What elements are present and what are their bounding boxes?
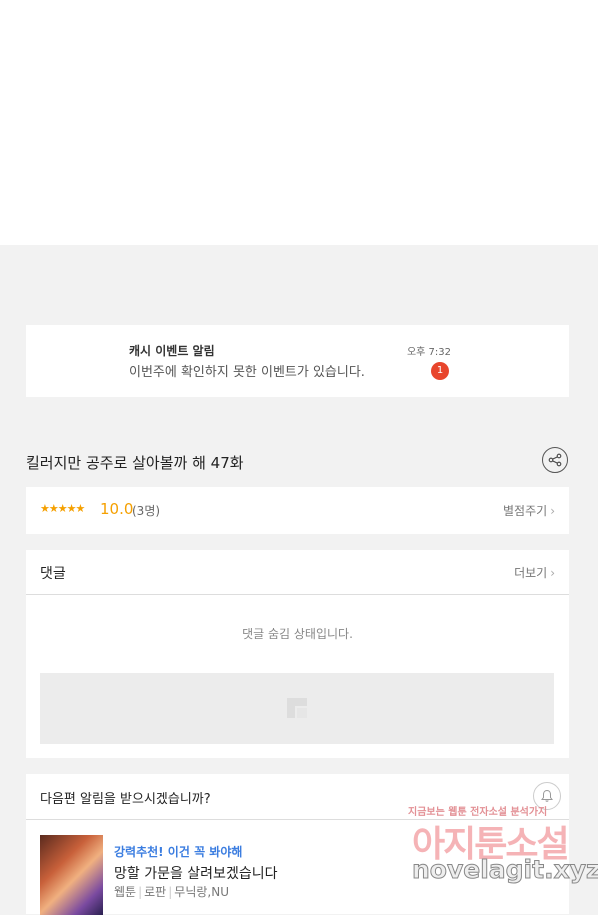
next-episode-section: 다음편 알림을 받으시겠습니까? 강력추천! 이건 꼭 봐야해 망할 가문을 살… [26, 774, 569, 915]
rate-button-label: 별점주기 [503, 504, 548, 518]
next-episode-header: 다음편 알림을 받으시겠습니까? [26, 774, 569, 820]
tag-separator: | [168, 885, 173, 899]
notify-toggle-button[interactable] [533, 782, 561, 810]
rating-card: ★★★★★ 10.0 (3명) 별점주기 › [26, 487, 569, 534]
episode-title: 킬러지만 공주로 살아볼까 해 47화 [26, 454, 244, 472]
comments-more-button[interactable]: 더보기 › [514, 564, 555, 581]
star-rating: ★★★★★ [40, 502, 85, 515]
ad-placeholder [40, 673, 554, 744]
notification-title: 캐시 이벤트 알림 [129, 344, 215, 358]
rating-score: 10.0 [100, 500, 134, 518]
tag-separator: | [138, 885, 143, 899]
notification-card[interactable]: 캐시 이벤트 알림 이번주에 확인하지 못한 이벤트가 있습니다. 오후 7:3… [26, 325, 569, 397]
placeholder-image-icon [287, 698, 307, 718]
recommend-title[interactable]: 망할 가문을 살려보겠습니다 [114, 863, 277, 883]
recommend-label: 강력추천! 이건 꼭 봐야해 [114, 845, 243, 859]
comments-title: 댓글 [40, 566, 66, 582]
notification-body: 이번주에 확인하지 못한 이벤트가 있습니다. [129, 365, 365, 380]
chevron-right-icon: › [550, 504, 555, 518]
tag-author: 무닉랑,NU [174, 885, 229, 899]
rating-count: (3명) [132, 504, 161, 518]
content-image-area [0, 0, 598, 245]
tag-category: 로판 [144, 885, 167, 899]
tag-genre: 웹툰 [114, 885, 137, 899]
share-icon [548, 453, 562, 467]
recommended-thumbnail[interactable] [40, 835, 103, 915]
notification-badge: 1 [431, 362, 449, 380]
notification-time: 오후 7:32 [406, 347, 451, 358]
comments-hidden-notice: 댓글 숨김 상태입니다. [242, 627, 353, 641]
comments-header: 댓글 더보기 › [26, 550, 569, 595]
comments-section: 댓글 더보기 › 댓글 숨김 상태입니다. [26, 550, 569, 758]
next-episode-question: 다음편 알림을 받으시겠습니까? [40, 792, 211, 807]
rate-button[interactable]: 별점주기 › [503, 502, 555, 519]
share-button[interactable] [542, 447, 568, 473]
chevron-right-icon: › [550, 566, 555, 580]
recommend-tags: 웹툰 | 로판 | 무닉랑,NU [114, 883, 229, 900]
comments-more-label: 더보기 [514, 566, 548, 580]
bell-icon [541, 789, 553, 802]
